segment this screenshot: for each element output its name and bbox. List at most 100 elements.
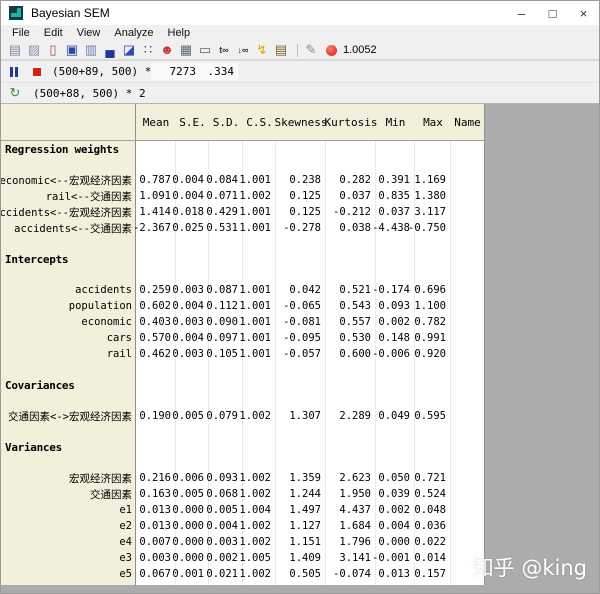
menu-item-view[interactable]: View [70, 27, 108, 39]
textbox-icon[interactable]: ▭ [197, 42, 213, 58]
cell-mean: 0.216 [136, 470, 176, 486]
clipboard-icon[interactable]: ▨ [26, 42, 42, 58]
cell-mean: 0.067 [136, 566, 176, 582]
lightning-icon[interactable]: ↯ [254, 42, 270, 58]
group-title: Variances [1, 439, 136, 456]
cell-name [451, 236, 484, 251]
table-row[interactable]: e2 0.013 0.000 0.004 1.002 1.127 1.684 0.004 0.0… [1, 518, 484, 534]
cell-mean: 1.091 [136, 188, 176, 204]
table-row[interactable]: population 0.602 0.004 0.112 1.001 -0.065 0.54… [1, 298, 484, 314]
save-icon[interactable]: ▣ [64, 42, 80, 58]
cell-mean: 0.259 [136, 282, 176, 298]
cell-mean [136, 141, 176, 158]
group-title: Intercepts [1, 251, 136, 268]
print-icon[interactable]: ▤ [7, 42, 23, 58]
document-icon[interactable]: ▯ [45, 42, 61, 58]
cell-skewness: 0.505 [276, 566, 326, 582]
cell-sd [209, 251, 243, 268]
cell-mean: 0.003 [136, 550, 176, 566]
cell-min [376, 251, 415, 268]
cell-max: 0.022 [414, 534, 451, 550]
cell-name [451, 158, 484, 172]
wrench-icon[interactable]: ✎ [303, 42, 319, 58]
cell-kurtosis: 0.543 [326, 298, 376, 314]
cell-mean: 0.163 [136, 486, 176, 502]
table-spacer-row [1, 424, 484, 439]
table-row[interactable]: rail 0.462 0.003 0.105 1.001 -0.057 0.600 -0.00… [1, 346, 484, 362]
refresh-icon[interactable]: ↻ [8, 85, 22, 101]
table-row[interactable]: cars 0.570 0.004 0.097 1.001 -0.095 0.530 0.148… [1, 330, 484, 346]
cell-kurtosis [326, 377, 376, 394]
histogram-icon[interactable]: ◪ [121, 42, 137, 58]
cell-skewness [276, 377, 326, 394]
smiley-icon[interactable]: ☻ [159, 42, 175, 58]
first-moments-icon[interactable]: t∞ [216, 42, 232, 58]
column-header-se: S.E. [179, 115, 206, 129]
cell-min [376, 582, 415, 585]
scatterplot-icon[interactable]: ∷ [140, 42, 156, 58]
cell-cs: 1.002 [239, 534, 276, 550]
row-label: e2 [1, 518, 136, 534]
menu-item-file[interactable]: File [5, 27, 37, 39]
cell-se: 0.000 [172, 534, 209, 550]
cell-sd [209, 439, 243, 456]
table-row[interactable]: accidents<--宏观经济因素 1.414 0.018 0.429 1.001 0.… [1, 204, 484, 220]
cell-name [451, 330, 484, 346]
table-row[interactable]: 宏观经济因素 0.216 0.006 0.093 1.002 1.359 2.623 0.05… [1, 470, 484, 486]
table-icon[interactable]: ▦ [178, 42, 194, 58]
row-label [1, 456, 136, 470]
maximize-button[interactable]: □ [537, 1, 568, 25]
table-row[interactable]: e4 0.007 0.000 0.003 1.002 1.151 1.796 0.000 0.0… [1, 534, 484, 550]
polygon-chart-icon[interactable]: ▄ [102, 42, 118, 58]
cell-min: 0.835 [376, 188, 415, 204]
pages-icon[interactable]: ▤ [273, 42, 289, 58]
table-row[interactable]: 交通因素 0.163 0.005 0.068 1.002 1.244 1.950 0.039 0… [1, 486, 484, 502]
cell-max: 0.920 [414, 346, 451, 362]
minimize-button[interactable]: – [506, 1, 537, 25]
close-button[interactable]: × [568, 1, 599, 25]
title-bar: Bayesian SEM – □ × [1, 1, 599, 25]
separator [297, 43, 298, 57]
cell-max: 0.782 [414, 314, 451, 330]
cell-name [451, 534, 484, 550]
copy-icon[interactable]: ▥ [83, 42, 99, 58]
table-row[interactable]: 交通因素<->宏观经济因素 0.190 0.005 0.079 1.002 1.307 2.… [1, 408, 484, 424]
table-row[interactable]: accidents 0.259 0.003 0.087 1.001 0.042 0.521-… [1, 282, 484, 298]
cell-min [376, 141, 415, 158]
menu-item-help[interactable]: Help [161, 27, 198, 39]
cell-cs: 1.004 [239, 502, 276, 518]
table-row[interactable]: e5 0.067 0.001 0.021 1.002 0.505 -0.074 0.013 0.… [1, 566, 484, 582]
cell-skewness: 1.497 [276, 502, 326, 518]
cell-kurtosis [326, 362, 376, 377]
cell-sd: 0.531 [206, 220, 243, 236]
mcmc-status-row-1: (500+89, 500) * 2 7273 .334 [1, 60, 599, 82]
menu-item-analyze[interactable]: Analyze [107, 27, 160, 39]
cell-mean [136, 377, 176, 394]
mcmc-sample-counter: (500+89, 500) * 2 [52, 65, 165, 78]
table-row[interactable]: e1 0.013 0.000 0.005 1.004 1.497 4.437 0.002 0.0… [1, 502, 484, 518]
table-row[interactable]: accidents<--交通因素 -2.367 0.025 0.531 1.001 -0.… [1, 220, 484, 236]
cell-skewness [276, 158, 326, 172]
cell-min: 0.000 [376, 534, 415, 550]
stop-button[interactable] [33, 67, 41, 76]
cell-min: 0.002 [376, 314, 415, 330]
cell-min: 0.148 [376, 330, 415, 346]
cell-skewness: 1.409 [276, 550, 326, 566]
pause-button[interactable] [10, 66, 24, 77]
cell-cs: 1.002 [239, 566, 276, 582]
second-moments-icon[interactable]: ↓∞ [235, 42, 251, 58]
menu-item-edit[interactable]: Edit [37, 27, 70, 39]
cell-mean: 0.462 [136, 346, 176, 362]
cell-min: -0.006 [372, 346, 415, 362]
table-row[interactable]: rail<--交通因素 1.091 0.004 0.071 1.002 0.125 0.03… [1, 188, 484, 204]
table-spacer-row [1, 362, 484, 377]
group-title: Regression weights [1, 141, 136, 158]
cell-sd: 0.429 [206, 204, 243, 220]
table-row[interactable]: e3 0.003 0.000 0.002 1.005 1.409 3.141 -0.001 0.… [1, 550, 484, 566]
cell-skewness: 0.042 [276, 282, 326, 298]
cell-max: 0.595 [414, 408, 451, 424]
table-spacer-row [1, 268, 484, 282]
table-row[interactable]: economic<--宏观经济因素 0.787 0.004 0.084 1.001 0.2… [1, 172, 484, 188]
table-row[interactable]: economic 0.403 0.003 0.090 1.001 -0.081 0.557 0… [1, 314, 484, 330]
cell-min: 0.002 [376, 502, 415, 518]
